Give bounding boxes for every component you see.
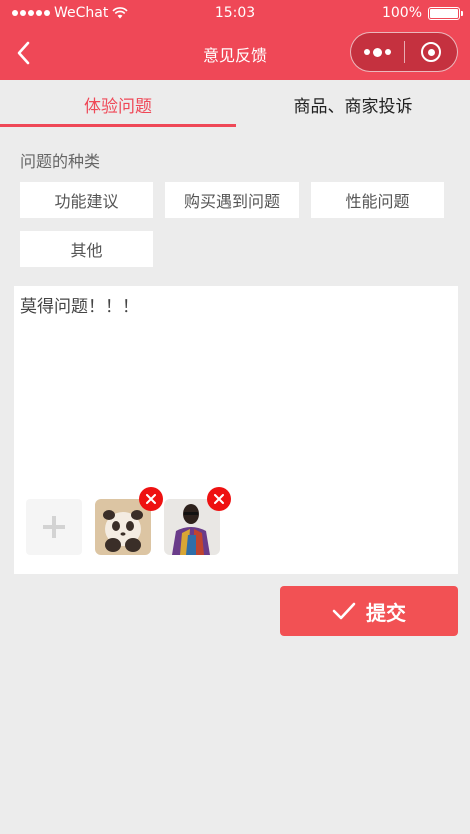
mini-program-capsule xyxy=(350,32,458,72)
submit-button[interactable]: 提交 xyxy=(280,586,458,636)
category-option-feature-suggestion[interactable]: 功能建议 xyxy=(20,182,153,218)
battery-level xyxy=(430,8,458,18)
plus-icon xyxy=(43,516,65,538)
close-x-icon xyxy=(146,494,156,504)
close-x-icon xyxy=(214,494,224,504)
circle-close-icon xyxy=(421,42,441,62)
delete-image-button[interactable] xyxy=(139,487,163,511)
category-option-performance[interactable]: 性能问题 xyxy=(311,182,444,218)
status-bar: WeChat 15:03 100% xyxy=(0,0,470,28)
tab-bar: 体验问题 商品、商家投诉 xyxy=(0,80,470,128)
battery-icon xyxy=(428,6,463,20)
navigation-bar: 意见反馈 xyxy=(0,28,470,80)
tab-merchant-complaints[interactable]: 商品、商家投诉 xyxy=(236,80,470,128)
category-option-other[interactable]: 其他 xyxy=(20,231,153,267)
add-image-button[interactable] xyxy=(26,499,82,555)
feedback-text: 莫得问题！！！ xyxy=(20,297,139,317)
delete-image-button[interactable] xyxy=(207,487,231,511)
submit-label: 提交 xyxy=(366,600,406,625)
close-mini-program-button[interactable] xyxy=(405,33,457,71)
status-battery-group: 100% xyxy=(381,5,463,21)
more-dots-icon xyxy=(364,49,370,55)
more-button[interactable] xyxy=(351,33,404,71)
category-option-purchase-problem[interactable]: 购买遇到问题 xyxy=(165,182,299,218)
active-tab-indicator xyxy=(0,124,236,127)
checkmark-icon xyxy=(332,602,356,620)
category-label: 问题的种类 xyxy=(20,152,101,171)
tab-experience-issues[interactable]: 体验问题 xyxy=(0,80,236,128)
battery-percent: 100% xyxy=(381,5,422,21)
